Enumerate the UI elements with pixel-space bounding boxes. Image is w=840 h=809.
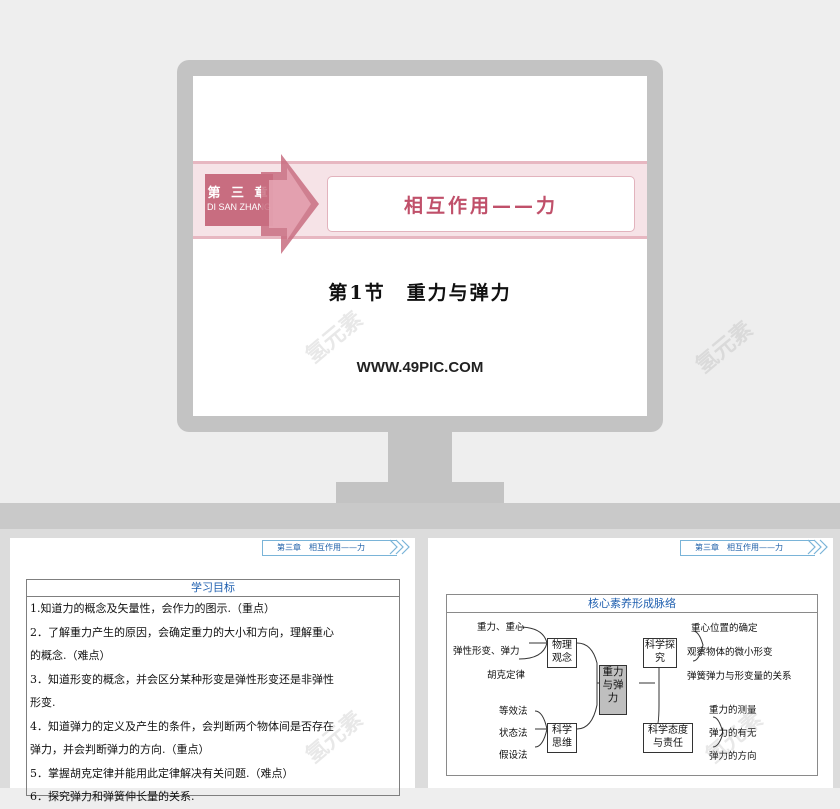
monitor-screen: 第 三 章 DI SAN ZHANG 相互作用——力 第1节 重力与弹力 WWW… [193, 76, 647, 416]
box-scientific-inquiry: 科学探究 [643, 638, 677, 668]
center-node: 重力与弹力 [599, 665, 627, 715]
slide-concept-map[interactable]: 第三章 相互作用——力 核心素养形成脉络 重力、重心 弹性形变、弹力 胡克定律 … [428, 538, 833, 788]
monitor-frame: 第 三 章 DI SAN ZHANG 相互作用——力 第1节 重力与弹力 WWW… [177, 60, 663, 432]
chevron-right-icon [389, 539, 410, 555]
box-physics-concept: 物理观念 [547, 638, 577, 668]
monitor-stand [336, 482, 504, 504]
goal-line: 5．掌握胡克定律并能用此定律解决有关问题.（难点） [30, 766, 294, 780]
map-node: 等效法 [499, 706, 528, 717]
goal-line: 2．了解重力产生的原因，会确定重力的大小和方向，理解重心 [30, 625, 334, 639]
box-scientific-thinking: 科学思维 [547, 723, 577, 753]
chevron-right-icon [807, 539, 828, 555]
monitor-neck [388, 432, 452, 484]
goal-line: 1.知道力的概念及矢量性，会作力的图示.（重点） [30, 602, 275, 615]
chapter-title: 相互作用——力 [403, 195, 558, 217]
map-title: 核心素养形成脉络 [447, 595, 817, 613]
goal-line: 3．知道形变的概念，并会区分某种形变是弹性形变还是非弹性 [30, 672, 334, 686]
site-url[interactable]: WWW.49PIC.COM [193, 359, 647, 376]
concept-map: 核心素养形成脉络 重力、重心 弹性形变、弹力 胡克定律 物理观念 等效法 状态法… [446, 594, 818, 776]
map-node: 弹簧弹力与形变量的关系 [687, 671, 792, 682]
slide-learning-goals[interactable]: 第三章 相互作用——力 学习目标 1.知道力的概念及矢量性，会作力的图示.（重点… [10, 538, 415, 803]
map-node: 胡克定律 [487, 670, 526, 681]
slide-header: 第三章 相互作用——力 [262, 540, 397, 556]
section-title: 第1节 重力与弹力 [328, 282, 512, 304]
map-node: 弹性形变、弹力 [453, 646, 520, 657]
chapter-arrow-icon [261, 154, 319, 254]
map-node: 状态法 [499, 728, 528, 739]
map-node: 假设法 [499, 750, 528, 761]
goals-title: 学习目标 [27, 580, 399, 597]
goal-line: 6．探究弹力和弹簧伸长量的关系. [30, 790, 195, 803]
slide-header: 第三章 相互作用——力 [680, 540, 815, 556]
goals-table: 学习目标 1.知道力的概念及矢量性，会作力的图示.（重点） 2．了解重力产生的原… [26, 579, 400, 803]
box-scientific-attitude: 科学态度与责任 [643, 723, 693, 753]
map-node: 观察物体的微小形变 [687, 647, 773, 658]
map-node: 重力、重心 [477, 622, 525, 633]
goal-line: 的概念.（难点） [30, 649, 111, 662]
map-node: 重心位置的确定 [691, 623, 758, 634]
floor-strip [0, 503, 840, 529]
chapter-title-box: 相互作用——力 [327, 176, 635, 232]
